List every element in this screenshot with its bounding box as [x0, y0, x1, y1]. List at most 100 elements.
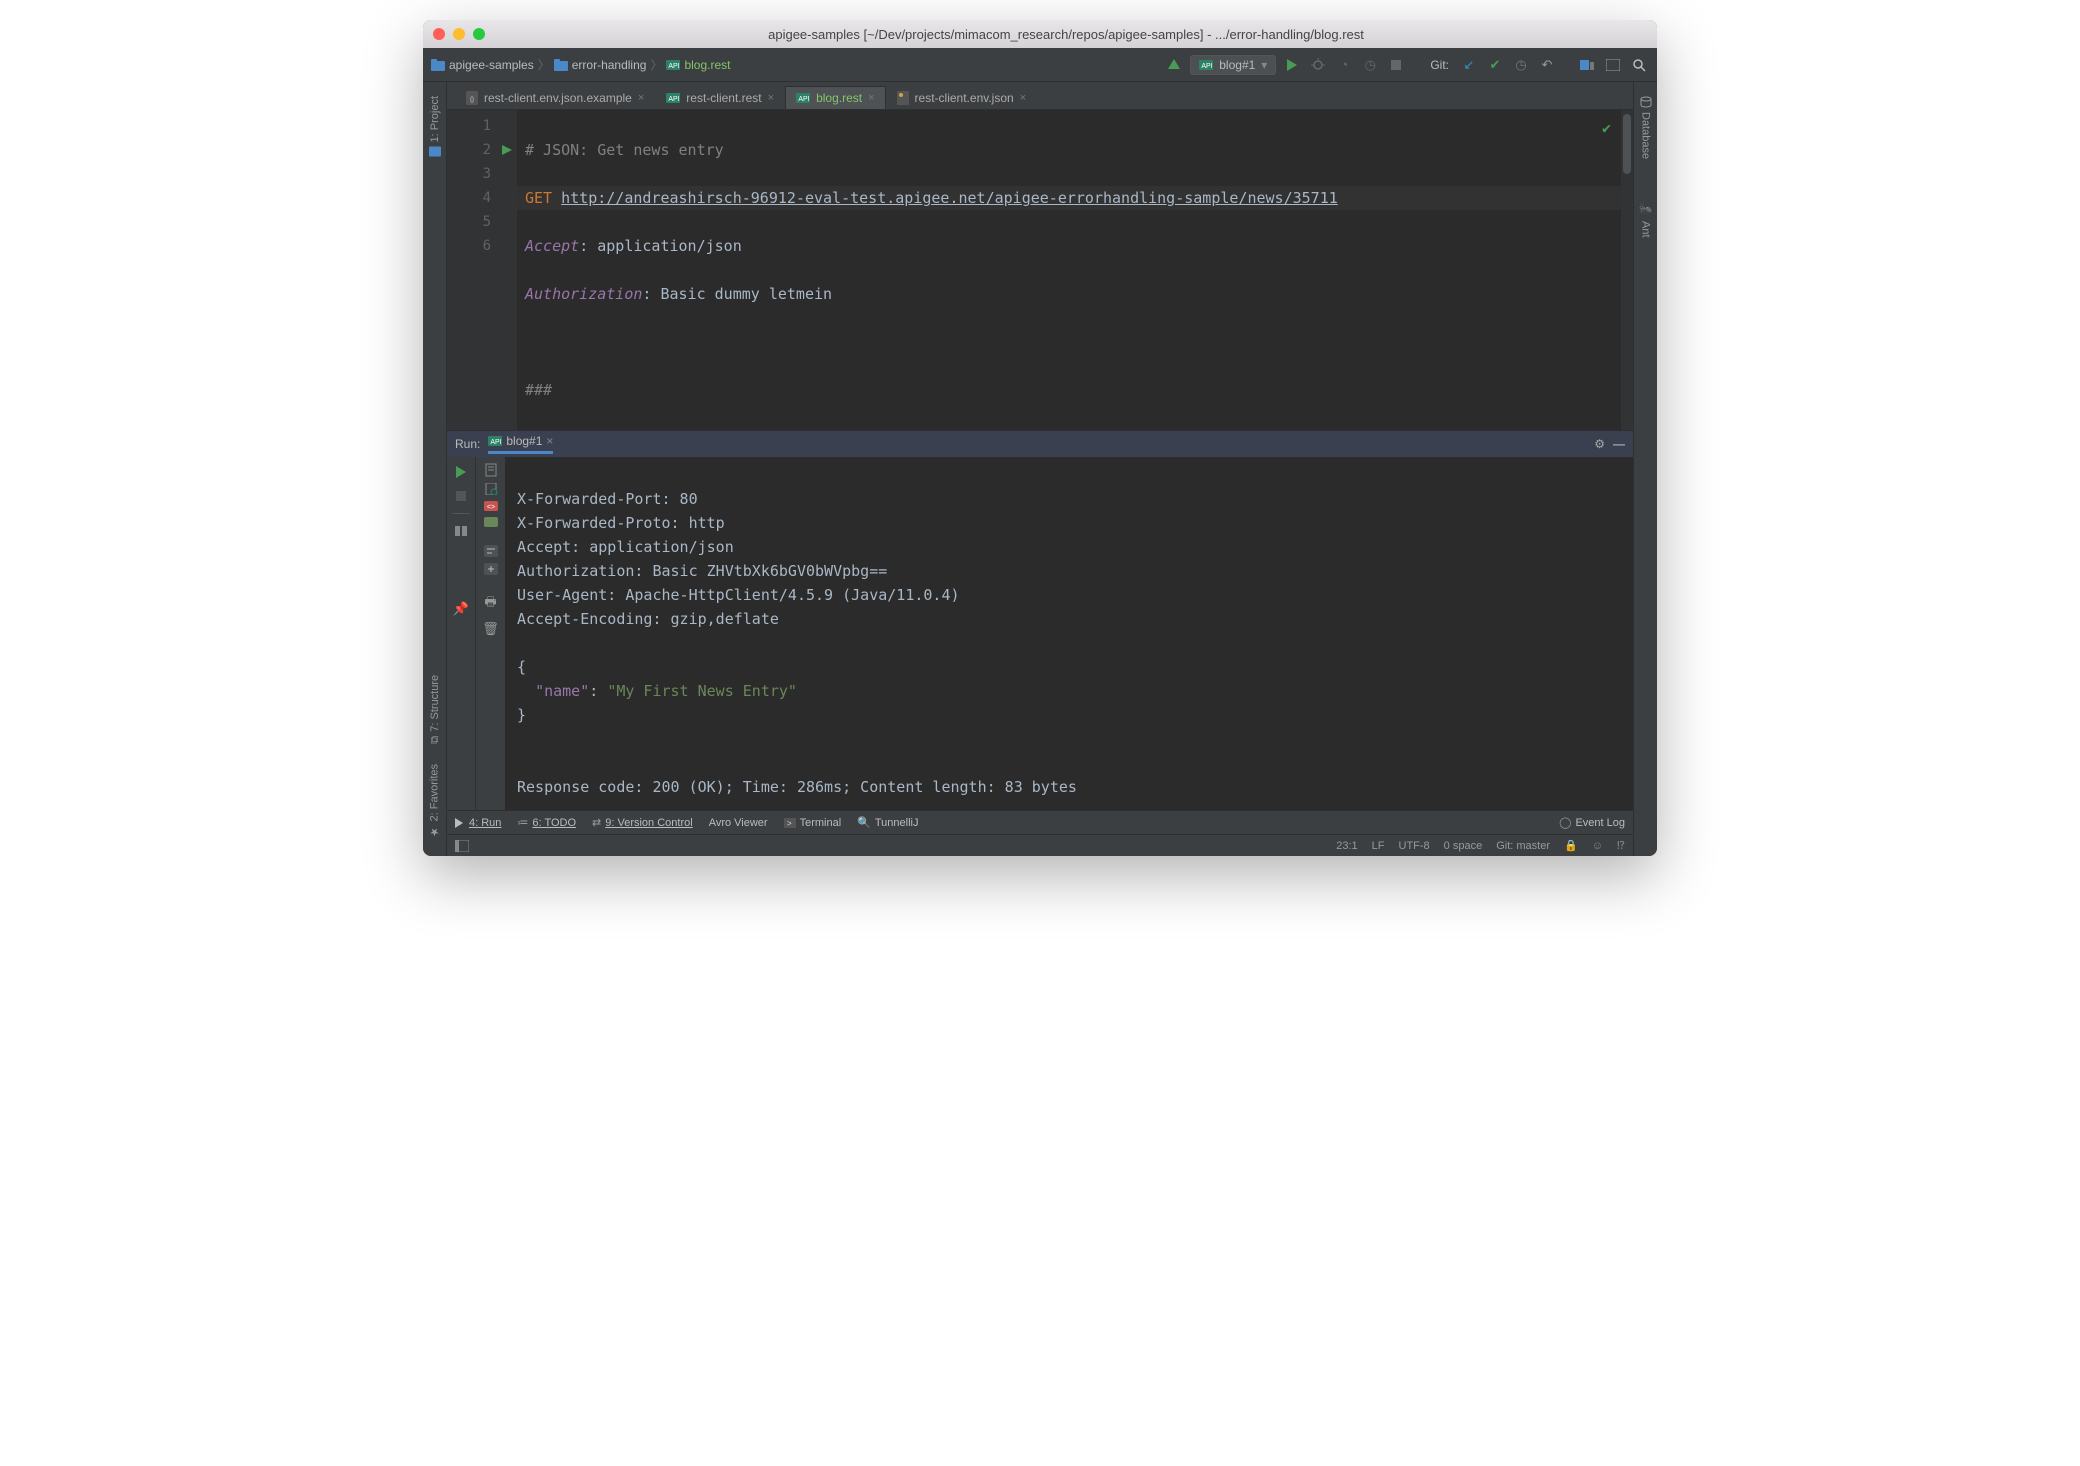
tool-favorites-tab[interactable]: ★ 2: Favorites — [426, 754, 443, 848]
soft-wrap-button[interactable] — [484, 545, 498, 557]
http-url: http://andreashirsch-96912-eval-test.api… — [561, 189, 1338, 207]
indent-info[interactable]: 0 space — [1444, 840, 1483, 852]
editor-tab[interactable]: API rest-client.rest × — [655, 86, 785, 109]
open-request-button[interactable] — [484, 483, 498, 495]
output-line: User-Agent: Apache-HttpClient/4.5.9 (Jav… — [517, 586, 960, 604]
tool-structure-tab[interactable]: ⧉ 7: Structure — [427, 665, 443, 754]
ide-settings-icon[interactable] — [1603, 55, 1623, 75]
inspector-icon[interactable]: ☺ — [1592, 840, 1603, 852]
left-tool-stripe: 1: Project ⧉ 7: Structure ★ 2: Favorites — [423, 82, 447, 856]
print-button[interactable]: 🖶 — [484, 593, 496, 615]
header-value: : application/json — [579, 237, 742, 255]
tool-todo-tab[interactable]: ≔ 6: TODO — [517, 816, 576, 829]
run-output[interactable]: X-Forwarded-Port: 80 X-Forwarded-Proto: … — [505, 457, 1633, 810]
header-name: Authorization — [525, 285, 642, 303]
editor-scrollbar[interactable] — [1621, 110, 1633, 430]
tool-terminal-tab[interactable]: > Terminal — [784, 817, 842, 829]
gutter-run-button[interactable] — [497, 138, 517, 162]
pin-button[interactable]: 📌 — [452, 600, 470, 618]
scroll-to-source-button[interactable] — [484, 563, 498, 575]
header-name: Accept — [525, 237, 579, 255]
cursor-position[interactable]: 23:1 — [1336, 840, 1357, 852]
line-separator[interactable]: LF — [1372, 840, 1385, 852]
git-update-icon[interactable]: ↙ — [1459, 55, 1479, 75]
coverage-button[interactable]: ◔ — [1334, 55, 1354, 75]
file-encoding[interactable]: UTF-8 — [1399, 840, 1430, 852]
breadcrumb: apigee-samples 〉 error-handling 〉 API bl… — [431, 56, 731, 73]
project-structure-icon[interactable] — [1577, 55, 1597, 75]
tool-run-tab[interactable]: 4: Run — [455, 817, 501, 829]
git-revert-icon[interactable]: ↶ — [1537, 55, 1557, 75]
json-file-icon: {} — [466, 91, 478, 105]
close-tab-icon[interactable]: × — [868, 92, 874, 104]
editor-tab[interactable]: rest-client.env.json × — [886, 86, 1038, 109]
minimize-window-button[interactable] — [453, 28, 465, 40]
tool-todo-label: 6: TODO — [532, 817, 576, 829]
git-commit-icon[interactable]: ✔ — [1485, 55, 1505, 75]
scrollbar-thumb[interactable] — [1623, 114, 1631, 174]
editor-tab-label: blog.rest — [816, 91, 862, 105]
run-title-label: Run: — [455, 437, 480, 451]
run-config-label: blog#1 — [1219, 58, 1255, 72]
rerun-button[interactable] — [452, 463, 470, 481]
debug-button[interactable] — [1308, 55, 1328, 75]
stop-button[interactable] — [1386, 55, 1406, 75]
event-log-tab[interactable]: ◯ Event Log — [1559, 816, 1625, 829]
editor-area[interactable]: 1 2 3 4 5 6 # JSON: Get news entry GET h… — [447, 110, 1633, 430]
git-branch[interactable]: Git: master — [1496, 840, 1550, 852]
compare-button[interactable]: <> — [484, 501, 498, 511]
code-content[interactable]: # JSON: Get news entry GET http://andrea… — [517, 110, 1621, 430]
code-comment: # JSON: Get news entry — [525, 141, 724, 159]
search-icon[interactable] — [1629, 55, 1649, 75]
close-tab-icon[interactable]: × — [638, 92, 644, 104]
zoom-window-button[interactable] — [473, 28, 485, 40]
status-bar: 23:1 LF UTF-8 0 space Git: master 🔒 ☺ ⁉ — [447, 834, 1633, 856]
json-key: "name" — [535, 682, 589, 700]
editor-tab-active[interactable]: API blog.rest × — [785, 86, 885, 109]
line-number: 2 — [447, 138, 491, 162]
json-brace: } — [517, 706, 526, 724]
tool-tunnel-tab[interactable]: 🔍 TunnelliJ — [857, 816, 918, 829]
line-gutter: 1 2 3 4 5 6 — [447, 110, 497, 430]
tool-vcs-tab[interactable]: ⇄ 9: Version Control — [592, 816, 693, 829]
close-tab-icon[interactable]: × — [1020, 92, 1026, 104]
layout-button[interactable] — [452, 522, 470, 540]
tool-ant-tab[interactable]: 🐜 Ant — [1637, 193, 1654, 247]
line-number: 6 — [447, 234, 491, 258]
breadcrumb-file[interactable]: blog.rest — [684, 58, 730, 72]
line-number: 1 — [447, 114, 491, 138]
bottom-tool-stripe: 4: Run ≔ 6: TODO ⇄ 9: Version Control Av… — [447, 810, 1633, 834]
chevron-right-icon: 〉 — [538, 56, 550, 73]
export-button[interactable] — [484, 517, 498, 527]
right-tool-stripe: Database 🐜 Ant — [1633, 82, 1657, 856]
window-title: apigee-samples [~/Dev/projects/mimacom_r… — [485, 27, 1647, 42]
clear-button[interactable]: 🗑 — [482, 621, 499, 637]
run-button[interactable] — [1282, 55, 1302, 75]
inspection-ok-icon: ✔ — [1602, 116, 1611, 140]
scroll-to-end-button[interactable] — [484, 463, 498, 477]
tool-database-tab[interactable]: Database — [1638, 86, 1654, 169]
breadcrumb-folder[interactable]: error-handling — [572, 58, 647, 72]
svg-text:API: API — [669, 63, 680, 70]
tool-project-tab[interactable]: 1: Project — [427, 86, 443, 168]
breadcrumb-root[interactable]: apigee-samples — [449, 58, 534, 72]
profile-button[interactable]: ◷ — [1360, 55, 1380, 75]
svg-text:API: API — [798, 96, 809, 103]
lock-icon[interactable]: 🔒 — [1564, 839, 1578, 852]
git-history-icon[interactable]: ◷ — [1511, 55, 1531, 75]
chevron-right-icon: 〉 — [650, 56, 662, 73]
stop-dim-button[interactable] — [452, 487, 470, 505]
output-line: Authorization: Basic ZHVtbXk6bGV0bWVpbg=… — [517, 562, 887, 580]
tool-avro-tab[interactable]: Avro Viewer — [709, 817, 768, 829]
svg-text:{}: {} — [470, 97, 474, 103]
tool-project-label: 1: Project — [429, 96, 441, 142]
line-number: 4 — [447, 186, 491, 210]
ide-errors-icon[interactable]: ⁉ — [1617, 839, 1625, 852]
tool-terminal-label: Terminal — [800, 817, 842, 829]
run-config-selector[interactable]: API blog#1 ▾ — [1190, 55, 1276, 75]
editor-tab[interactable]: {} rest-client.env.json.example × — [455, 86, 655, 109]
build-icon[interactable] — [1164, 55, 1184, 75]
tool-window-toggle-icon[interactable] — [455, 840, 469, 852]
close-window-button[interactable] — [433, 28, 445, 40]
close-tab-icon[interactable]: × — [768, 92, 774, 104]
